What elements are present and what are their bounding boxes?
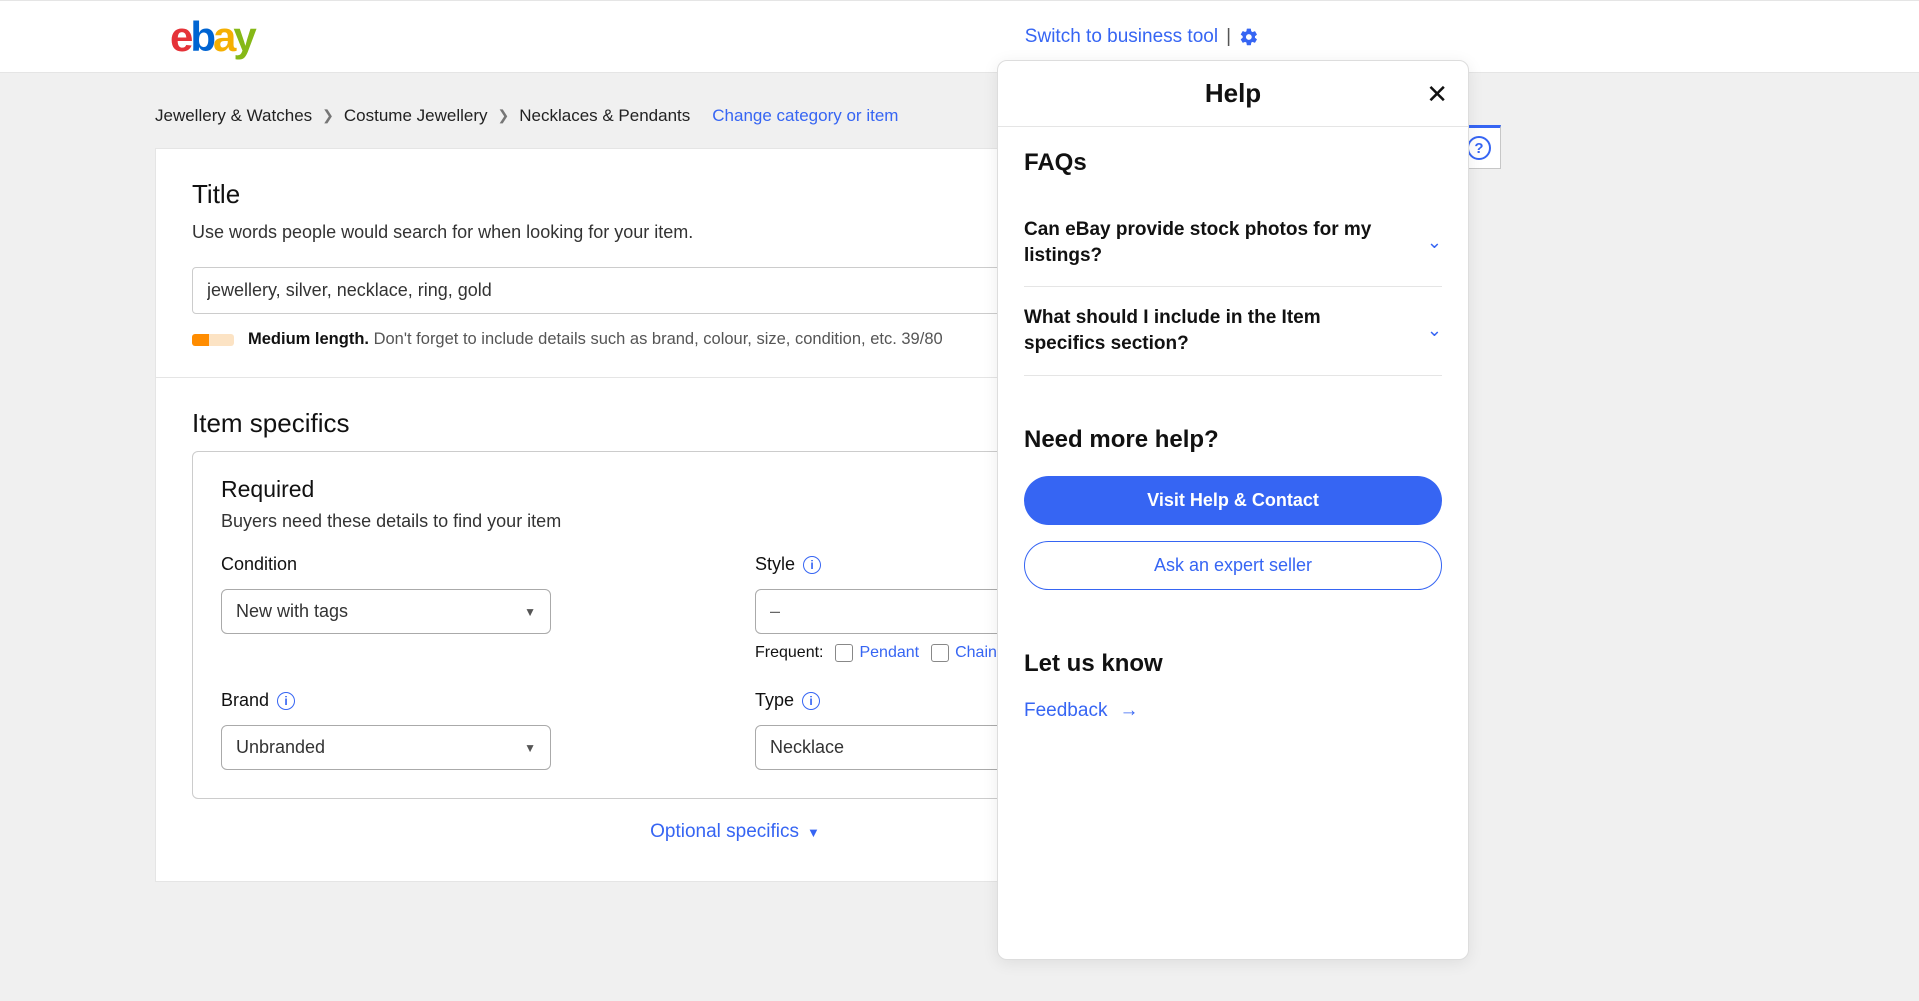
chevron-right-icon: ❯ <box>322 107 334 124</box>
header-right: Switch to business tool | <box>1025 26 1919 48</box>
faq-question: Can eBay provide stock photos for my lis… <box>1024 217 1407 268</box>
change-category-link[interactable]: Change category or item <box>712 106 898 126</box>
gear-icon[interactable] <box>1239 27 1259 47</box>
chevron-down-icon: ⌄ <box>1427 320 1442 341</box>
chevron-down-icon: ▼ <box>524 741 536 755</box>
chevron-down-icon: ⌄ <box>1427 232 1442 253</box>
chevron-right-icon: ❯ <box>498 107 510 124</box>
checkbox-icon <box>931 644 949 662</box>
chevron-down-icon: ▼ <box>524 605 536 619</box>
frequent-option-pendant[interactable]: Pendant <box>835 644 919 662</box>
feedback-link[interactable]: Feedback → <box>1024 700 1442 722</box>
field-brand: Brand i Unbranded ▼ <box>221 690 715 770</box>
help-panel: Help ✕ FAQs Can eBay provide stock photo… <box>997 60 1469 960</box>
close-icon[interactable]: ✕ <box>1426 79 1448 110</box>
brand-value: Unbranded <box>236 737 325 758</box>
field-condition: Condition New with tags ▼ <box>221 554 715 662</box>
breadcrumb-item[interactable]: Jewellery & Watches <box>155 106 312 126</box>
brand-label: Brand <box>221 690 269 711</box>
strength-bar-icon <box>192 334 234 346</box>
ebay-logo[interactable]: ebay <box>170 13 254 61</box>
type-label: Type <box>755 690 794 711</box>
let-us-know-heading: Let us know <box>1024 650 1442 678</box>
info-icon[interactable]: i <box>803 556 821 574</box>
info-icon[interactable]: i <box>802 692 820 710</box>
faq-question: What should I include in the Item specif… <box>1024 305 1407 356</box>
type-value: Necklace <box>770 737 844 758</box>
faqs-heading: FAQs <box>1024 149 1442 177</box>
frequent-option-chain[interactable]: Chain <box>931 644 997 662</box>
help-title: Help <box>1205 78 1261 109</box>
top-header: ebay Switch to business tool | <box>0 0 1919 73</box>
ask-expert-button[interactable]: Ask an expert seller <box>1024 541 1442 590</box>
strength-label: Medium length. <box>248 330 369 348</box>
style-label: Style <box>755 554 795 575</box>
optional-label: Optional specifics <box>650 821 799 843</box>
breadcrumb-item[interactable]: Necklaces & Pendants <box>519 106 690 126</box>
condition-select[interactable]: New with tags ▼ <box>221 589 551 634</box>
style-value: – <box>770 601 780 622</box>
help-header: Help ✕ <box>998 61 1468 127</box>
arrow-right-icon: → <box>1119 700 1138 722</box>
chevron-down-icon: ▼ <box>807 825 820 840</box>
need-more-heading: Need more help? <box>1024 426 1442 454</box>
checkbox-icon <box>835 644 853 662</box>
brand-select[interactable]: Unbranded ▼ <box>221 725 551 770</box>
visit-help-button[interactable]: Visit Help & Contact <box>1024 476 1442 525</box>
breadcrumb-item[interactable]: Costume Jewellery <box>344 106 488 126</box>
condition-value: New with tags <box>236 601 348 622</box>
strength-hint: Don't forget to include details such as … <box>374 330 943 348</box>
info-icon[interactable]: i <box>277 692 295 710</box>
feedback-label: Feedback <box>1024 700 1107 722</box>
header-divider: | <box>1226 26 1231 48</box>
condition-label: Condition <box>221 554 297 575</box>
faq-item[interactable]: Can eBay provide stock photos for my lis… <box>1024 199 1442 287</box>
switch-business-tool-link[interactable]: Switch to business tool <box>1025 26 1218 48</box>
faq-item[interactable]: What should I include in the Item specif… <box>1024 287 1442 375</box>
help-icon: ? <box>1467 136 1491 160</box>
frequent-label: Frequent: <box>755 644 823 662</box>
